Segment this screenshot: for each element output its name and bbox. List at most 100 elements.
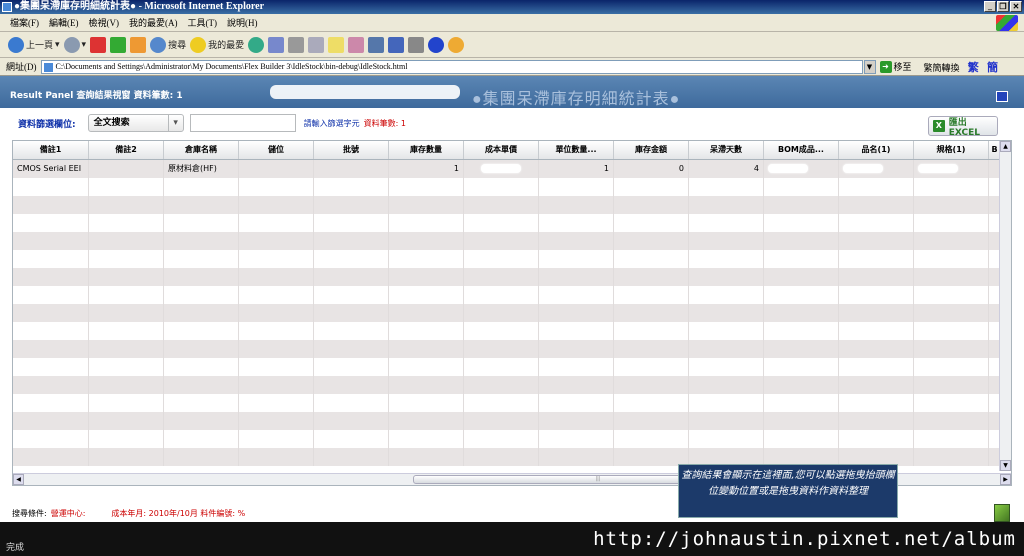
table-cell[interactable]: [389, 448, 464, 466]
table-cell[interactable]: [464, 376, 539, 394]
table-cell[interactable]: [164, 250, 239, 268]
table-cell[interactable]: [689, 232, 764, 250]
table-cell[interactable]: [13, 448, 89, 466]
table-cell[interactable]: [389, 376, 464, 394]
table-cell[interactable]: [164, 322, 239, 340]
table-cell[interactable]: [464, 196, 539, 214]
table-cell[interactable]: [239, 412, 314, 430]
table-cell[interactable]: [13, 322, 89, 340]
cell-unit-qty[interactable]: 1: [539, 160, 614, 178]
table-cell[interactable]: [13, 376, 89, 394]
restore-button[interactable]: ❐: [997, 1, 1009, 12]
table-row[interactable]: [13, 286, 1011, 304]
table-cell[interactable]: [314, 412, 389, 430]
table-cell[interactable]: [914, 340, 989, 358]
table-cell[interactable]: [539, 268, 614, 286]
table-cell[interactable]: [839, 250, 914, 268]
table-cell[interactable]: [389, 268, 464, 286]
print-icon[interactable]: [288, 36, 305, 53]
traditional-button[interactable]: 繁: [968, 62, 979, 74]
search-button[interactable]: 搜尋: [150, 36, 186, 53]
messenger-icon[interactable]: [368, 36, 385, 53]
table-cell[interactable]: [389, 214, 464, 232]
table-cell[interactable]: [164, 358, 239, 376]
table-cell[interactable]: [614, 232, 689, 250]
col-header[interactable]: 成本單價: [464, 141, 539, 159]
col-header[interactable]: 倉庫名稱: [164, 141, 239, 159]
menu-edit[interactable]: 編輯(E): [49, 16, 79, 29]
table-cell[interactable]: [614, 340, 689, 358]
cursor-icon[interactable]: [388, 36, 405, 53]
cell-remark1[interactable]: CMOS Serial EEI: [13, 160, 89, 178]
table-cell[interactable]: [164, 430, 239, 448]
table-cell[interactable]: [89, 214, 164, 232]
stop-icon[interactable]: [90, 36, 107, 53]
table-cell[interactable]: [464, 250, 539, 268]
table-cell[interactable]: [464, 268, 539, 286]
table-cell[interactable]: [13, 232, 89, 250]
table-cell[interactable]: [389, 322, 464, 340]
menu-tools[interactable]: 工具(T): [188, 16, 218, 29]
col-header[interactable]: 庫存數量: [389, 141, 464, 159]
favorites-button[interactable]: 我的最愛: [190, 36, 244, 53]
table-cell[interactable]: [614, 376, 689, 394]
table-cell[interactable]: [164, 412, 239, 430]
table-cell[interactable]: [839, 232, 914, 250]
table-cell[interactable]: [914, 196, 989, 214]
table-cell[interactable]: [539, 322, 614, 340]
minimize-button[interactable]: _: [984, 1, 996, 12]
table-cell[interactable]: [164, 178, 239, 196]
cell-qty[interactable]: 1: [389, 160, 464, 178]
table-row[interactable]: [13, 196, 1011, 214]
table-cell[interactable]: [764, 430, 839, 448]
col-header[interactable]: 品名(1): [839, 141, 914, 159]
table-cell[interactable]: [464, 448, 539, 466]
menu-favorites[interactable]: 我的最愛(A): [129, 16, 178, 29]
table-cell[interactable]: [839, 286, 914, 304]
table-cell[interactable]: [464, 340, 539, 358]
table-cell[interactable]: [314, 340, 389, 358]
col-header[interactable]: 批號: [314, 141, 389, 159]
table-cell[interactable]: [314, 286, 389, 304]
bluetooth-icon[interactable]: [428, 36, 445, 53]
table-cell[interactable]: [539, 358, 614, 376]
refresh-icon[interactable]: [110, 36, 127, 53]
col-header[interactable]: BOM成品...: [764, 141, 839, 159]
table-cell[interactable]: [164, 304, 239, 322]
table-cell[interactable]: [389, 196, 464, 214]
table-cell[interactable]: [239, 322, 314, 340]
table-cell[interactable]: [239, 358, 314, 376]
table-cell[interactable]: [764, 232, 839, 250]
menu-file[interactable]: 檔案(F): [10, 16, 39, 29]
table-cell[interactable]: [839, 358, 914, 376]
table-cell[interactable]: [914, 304, 989, 322]
table-cell[interactable]: [464, 358, 539, 376]
table-cell[interactable]: [839, 394, 914, 412]
forward-dropdown-icon[interactable]: ▾: [82, 39, 87, 50]
vertical-scrollbar[interactable]: ▲ ▼: [999, 141, 1011, 471]
table-cell[interactable]: [13, 340, 89, 358]
result-datagrid[interactable]: 備註1 備註2 倉庫名稱 儲位 批號 庫存數量 成本單價 單位數量... 庫存金…: [12, 140, 1012, 486]
col-header[interactable]: 規格(1): [914, 141, 989, 159]
table-cell[interactable]: [164, 214, 239, 232]
table-cell[interactable]: [314, 268, 389, 286]
table-cell[interactable]: [464, 394, 539, 412]
table-cell[interactable]: [614, 250, 689, 268]
table-cell[interactable]: [689, 376, 764, 394]
table-cell[interactable]: [764, 394, 839, 412]
table-cell[interactable]: [614, 304, 689, 322]
table-cell[interactable]: [689, 178, 764, 196]
panel-minimize-button[interactable]: [996, 91, 1008, 102]
table-cell[interactable]: [314, 322, 389, 340]
table-cell[interactable]: [689, 250, 764, 268]
table-cell[interactable]: [539, 430, 614, 448]
table-cell[interactable]: [464, 232, 539, 250]
table-cell[interactable]: [839, 376, 914, 394]
table-cell[interactable]: [914, 376, 989, 394]
mail-icon[interactable]: [268, 36, 285, 53]
table-cell[interactable]: [389, 394, 464, 412]
table-cell[interactable]: [689, 268, 764, 286]
table-cell[interactable]: [914, 430, 989, 448]
table-cell[interactable]: [239, 232, 314, 250]
table-cell[interactable]: [839, 178, 914, 196]
